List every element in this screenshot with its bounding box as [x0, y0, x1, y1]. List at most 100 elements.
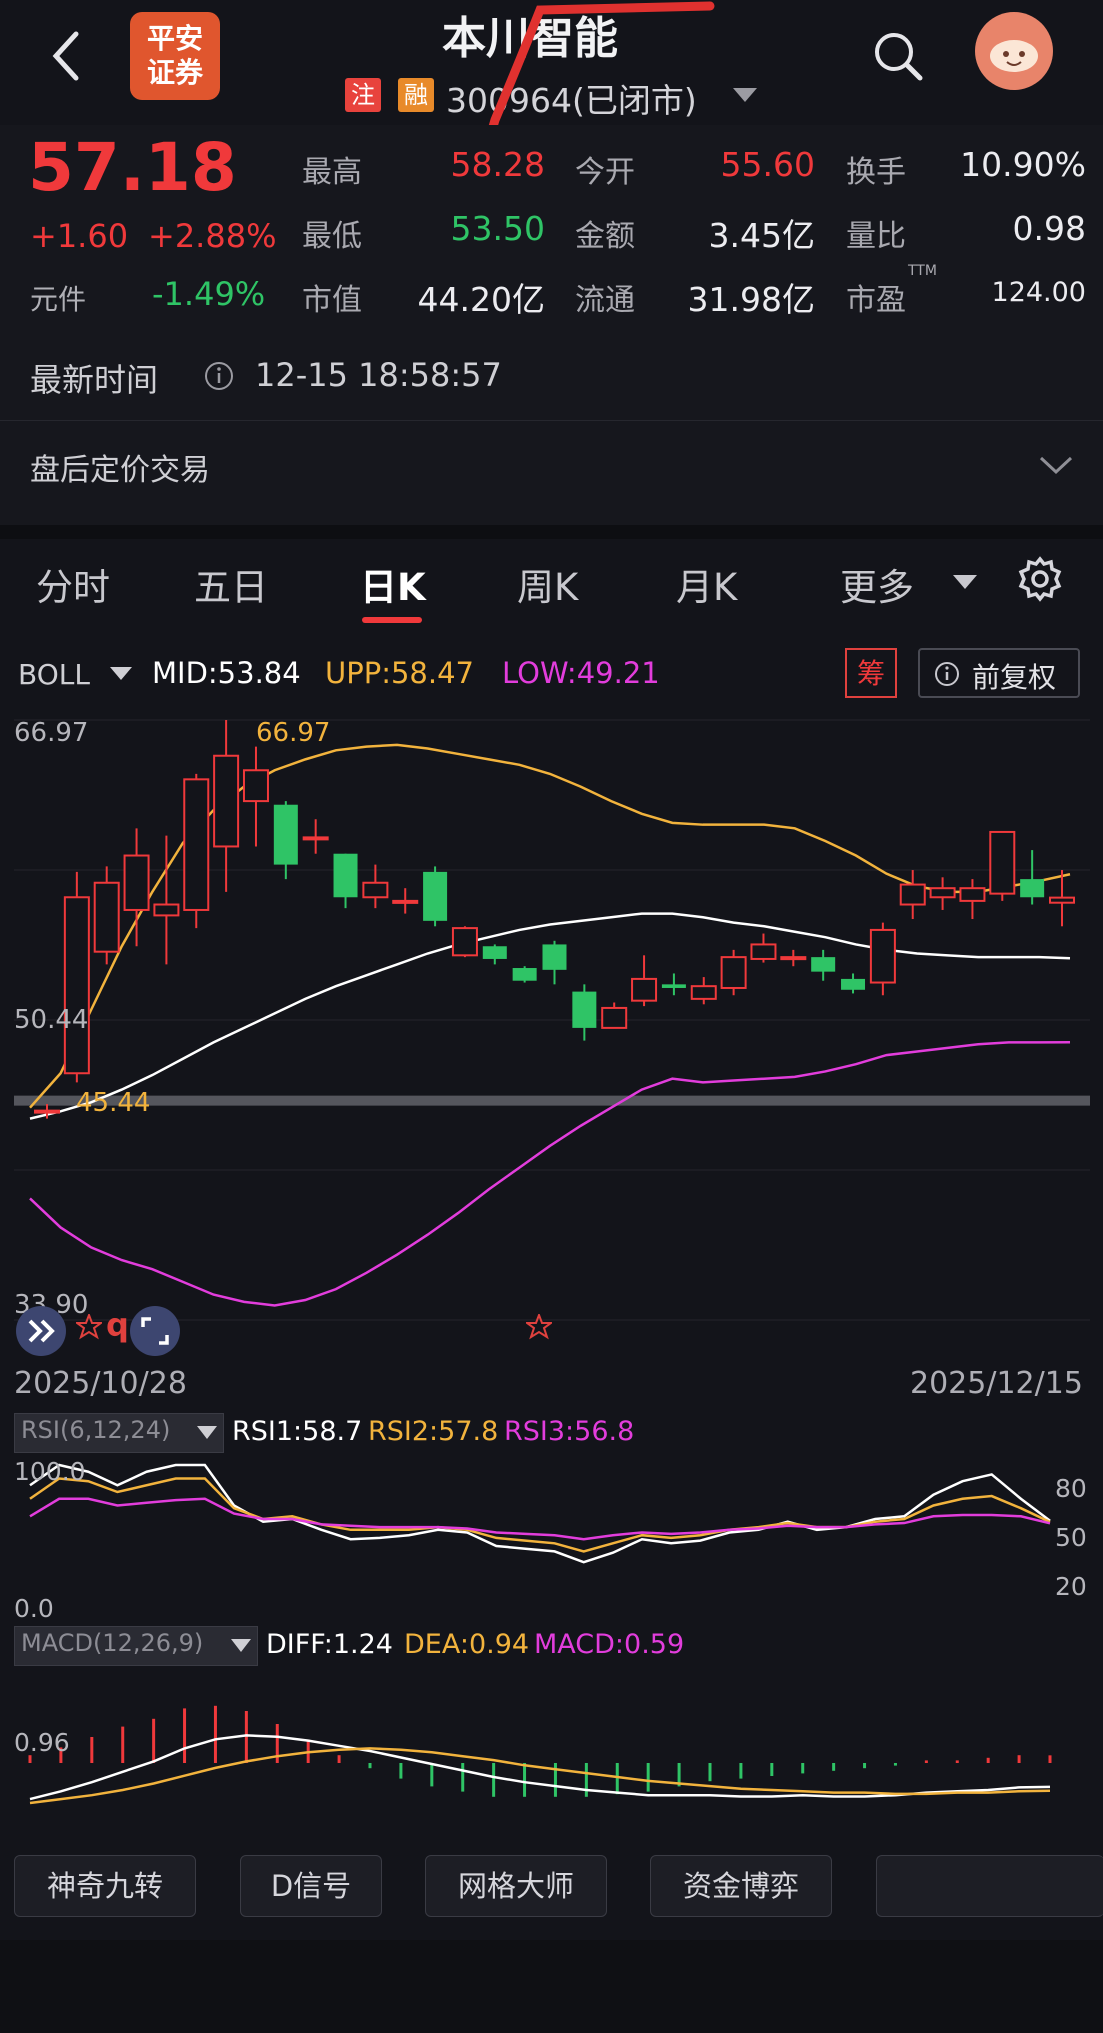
chevron-down-icon[interactable] — [1038, 453, 1074, 481]
candle — [183, 773, 210, 929]
stat-label-amount: 金额 — [575, 219, 635, 254]
candle — [601, 1002, 628, 1029]
broker-logo: 平安 证券 — [130, 12, 220, 100]
grid-master-button[interactable]: 网格大师 — [425, 1855, 607, 1917]
d-signal-button[interactable]: D信号 — [240, 1855, 382, 1917]
candle — [213, 720, 240, 892]
candle — [542, 940, 567, 985]
caret-down-icon — [197, 1426, 217, 1439]
caret-down-icon[interactable] — [953, 575, 977, 595]
stat-label-turnover: 换手 — [846, 155, 906, 190]
candle — [1020, 850, 1045, 905]
tab-five-day[interactable]: 五日 — [194, 557, 268, 611]
candle — [750, 933, 777, 963]
macd-indicator-label: MACD(12,26,9) — [21, 1629, 204, 1657]
back-icon[interactable] — [42, 26, 92, 86]
fullscreen-icon — [141, 1317, 169, 1345]
candle — [572, 984, 597, 1041]
rsi-y-top: 100.0 — [14, 1457, 86, 1486]
candle — [392, 888, 419, 914]
candle — [869, 922, 896, 996]
macd-dea-line — [29, 1747, 1051, 1805]
badge-zhu: 注 — [345, 78, 381, 112]
caret-down-icon[interactable] — [110, 666, 132, 685]
candle — [959, 879, 986, 920]
sector-label[interactable]: 元件 — [30, 278, 86, 318]
candle — [720, 949, 747, 996]
tab-weekly-k[interactable]: 周K — [517, 557, 578, 611]
candle — [899, 870, 926, 920]
stat-value-low: 53.50 — [450, 209, 545, 248]
info-icon[interactable] — [204, 361, 234, 395]
rsi-tick-50: 50 — [1055, 1523, 1087, 1552]
candle — [93, 866, 120, 965]
rsi-rsi2-line — [29, 1477, 1051, 1553]
high-price-marker: 66.97 — [256, 718, 331, 748]
active-tab-indicator — [362, 617, 422, 623]
price-adjust-button[interactable]: 前复权 — [918, 648, 1080, 698]
stat-label-low: 最低 — [302, 219, 362, 254]
rsi2-value: RSI2:57.8 — [368, 1416, 499, 1447]
candlestick-chart[interactable] — [0, 710, 1103, 1350]
candle — [423, 866, 448, 927]
gear-icon[interactable] — [1016, 555, 1064, 607]
rsi-tick-20: 20 — [1055, 1572, 1087, 1601]
current-price: 57.18 — [28, 129, 237, 206]
period-tabs: 分时 五日 日K 周K 月K 更多 — [0, 535, 1103, 635]
boll-indicator-selector[interactable]: BOLL — [18, 658, 90, 691]
star-marker-icon[interactable] — [526, 1314, 552, 1340]
tab-more[interactable]: 更多 — [840, 557, 914, 611]
stat-value-high: 58.28 — [450, 145, 545, 184]
boll-low-value: LOW:49.21 — [502, 656, 660, 690]
expand-left-button[interactable] — [16, 1306, 66, 1356]
stat-label-open: 今开 — [575, 155, 635, 190]
stat-value-float-cap: 31.98亿 — [687, 280, 815, 319]
stat-label-volume-ratio: 量比 — [846, 219, 906, 254]
candle — [482, 944, 507, 965]
q-marker[interactable]: q — [106, 1306, 129, 1344]
stat-label-market-cap: 市值 — [302, 283, 362, 318]
search-icon[interactable] — [872, 30, 924, 86]
macd-hist-value: MACD:0.59 — [534, 1629, 685, 1660]
boll-mid-value: MID:53.84 — [152, 656, 301, 690]
double-chevron-right-icon — [28, 1319, 55, 1343]
tab-intraday[interactable]: 分时 — [36, 557, 110, 611]
fullscreen-button[interactable] — [130, 1306, 180, 1356]
caret-down-icon — [231, 1639, 251, 1652]
y-axis-mid-label: 50.44 — [14, 1005, 89, 1035]
candle — [333, 853, 358, 909]
quote-panel: 57.18 +1.60 +2.88% 元件 -1.49% 最高 58.28 今开… — [0, 125, 1103, 525]
macd-indicator-selector[interactable]: MACD(12,26,9) — [14, 1626, 258, 1666]
tab-monthly-k[interactable]: 月K — [676, 557, 737, 611]
candle — [811, 949, 836, 981]
rsi-indicator-selector[interactable]: RSI(6,12,24) — [14, 1413, 224, 1453]
chip-distribution-button[interactable]: 筹 — [845, 648, 897, 698]
candle — [690, 977, 717, 1005]
after-hours-label[interactable]: 盘后定价交易 — [30, 445, 210, 489]
stat-value-amount: 3.45亿 — [708, 216, 815, 255]
macd-y-label: 0.96 — [14, 1728, 70, 1757]
top-bar: 平安 证券 本川智能 注 融 300964(已闭市) — [0, 0, 1103, 225]
divider — [0, 420, 1103, 421]
candle — [661, 973, 686, 996]
avatar[interactable] — [975, 12, 1053, 90]
chevron-down-icon[interactable] — [733, 88, 757, 108]
magic-nine-button[interactable]: 神奇九转 — [14, 1855, 196, 1917]
price-change: +1.60 — [30, 217, 129, 255]
stat-value-open: 55.60 — [720, 145, 815, 184]
tab-daily-k[interactable]: 日K — [360, 557, 426, 611]
fund-game-button[interactable]: 资金博弈 — [650, 1855, 832, 1917]
rsi1-value: RSI1:58.7 — [232, 1416, 363, 1447]
candle — [631, 955, 658, 1007]
rsi-indicator-label: RSI(6,12,24) — [21, 1416, 171, 1444]
rsi-y-bottom: 0.0 — [14, 1594, 54, 1623]
low-price-marker: 45.44 — [76, 1088, 151, 1118]
stat-value-market-cap: 44.20亿 — [417, 280, 545, 319]
star-marker-icon[interactable] — [76, 1314, 102, 1340]
stat-value-volume-ratio: 0.98 — [1012, 209, 1086, 248]
stat-label-high: 最高 — [302, 155, 362, 190]
divider — [0, 1940, 1103, 2033]
more-tool-button[interactable] — [876, 1855, 1103, 1917]
candle — [63, 871, 90, 1083]
boll-mid-line — [29, 912, 1071, 1120]
